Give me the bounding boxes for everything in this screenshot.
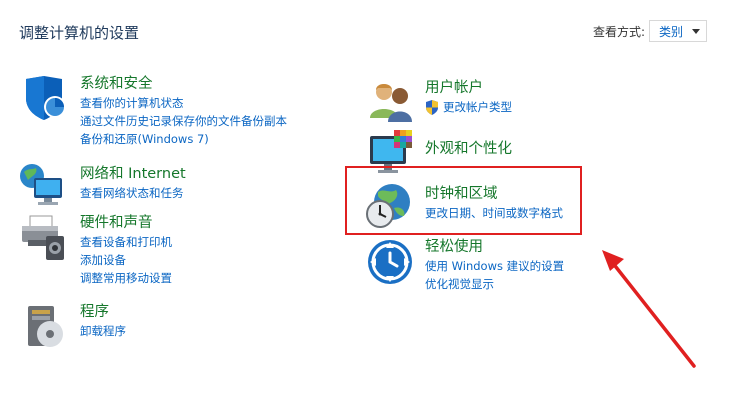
annotation-arrow — [602, 250, 696, 368]
